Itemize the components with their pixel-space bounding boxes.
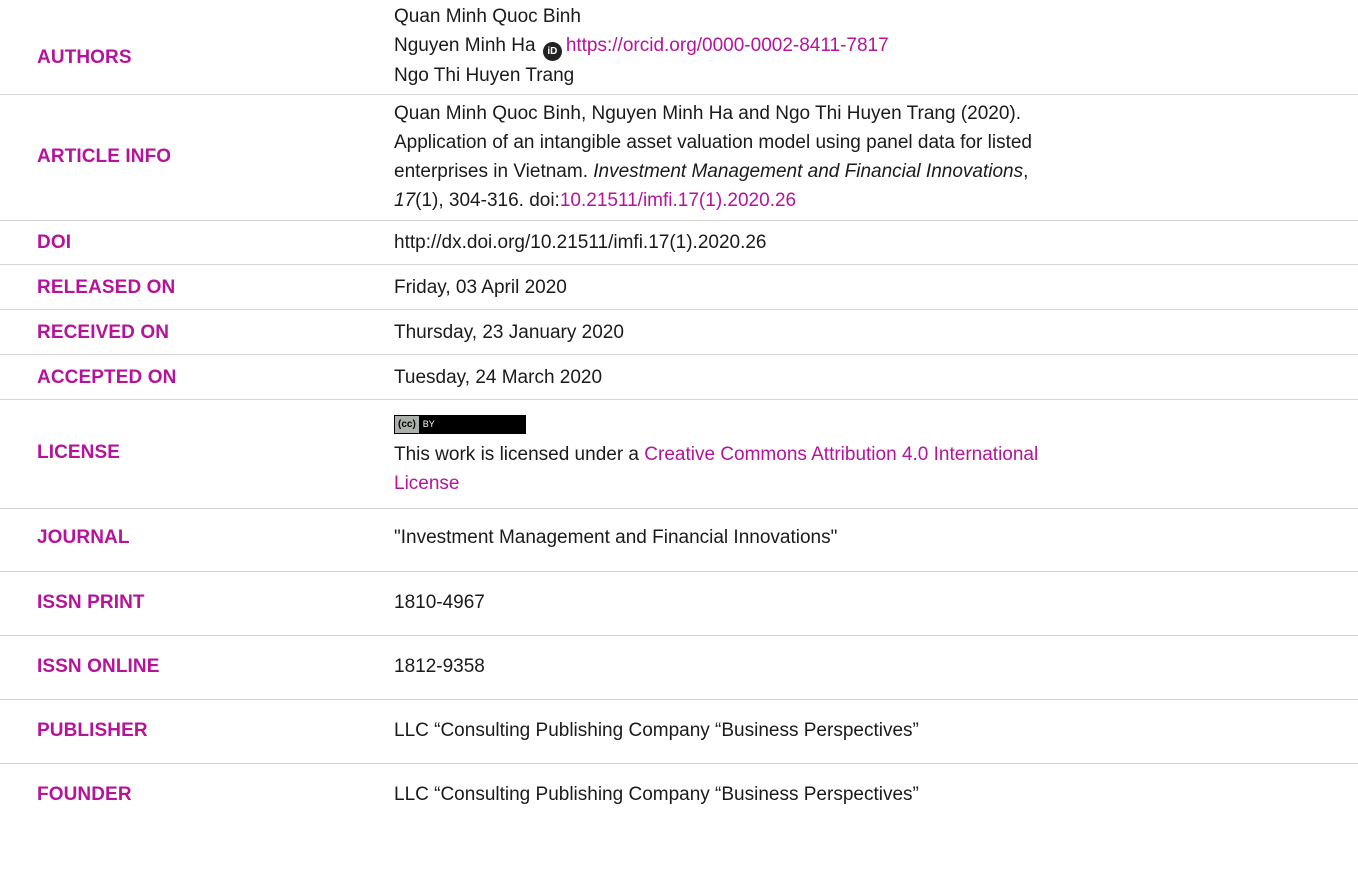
license-link[interactable]: Creative Commons Attribution 4.0 Interna…: [644, 444, 1038, 465]
article-info-label: ARTICLE INFO: [37, 146, 172, 167]
publisher-value: LLC “Consulting Publishing Company “Busi…: [394, 720, 919, 741]
issn-print-value: 1810-4967: [394, 592, 485, 613]
doi-value: http://dx.doi.org/10.21511/imfi.17(1).20…: [394, 232, 767, 253]
orcid-icon[interactable]: iD: [542, 42, 562, 61]
citation-line: 17(1), 304-316. doi:10.21511/imfi.17(1).…: [394, 186, 1334, 215]
issn-print-row: ISSN PRINT 1810-4967: [0, 572, 1358, 636]
accepted-on-label: ACCEPTED ON: [37, 367, 177, 388]
citation-line: enterprises in Vietnam. Investment Manag…: [394, 157, 1334, 186]
issn-online-value: 1812-9358: [394, 656, 485, 677]
released-on-row: RELEASED ON Friday, 03 April 2020: [0, 265, 1358, 310]
received-on-row: RECEIVED ON Thursday, 23 January 2020: [0, 310, 1358, 355]
cc-badge-right: BY: [422, 419, 435, 429]
license-label: LICENSE: [37, 442, 121, 463]
doi-link[interactable]: 10.21511/imfi.17(1).2020.26: [560, 190, 796, 211]
citation-fragment: ,: [1023, 161, 1029, 182]
license-prefix: This work is licensed under a: [394, 444, 645, 465]
article-info-row: ARTICLE INFO Quan Minh Quoc Binh, Nguyen…: [0, 95, 1358, 221]
author-name: Ngo Thi Huyen Trang: [394, 65, 575, 86]
founder-label: FOUNDER: [37, 784, 132, 805]
orcid-link[interactable]: https://orcid.org/0000-0002-8411-7817: [566, 35, 889, 56]
publisher-row: PUBLISHER LLC “Consulting Publishing Com…: [0, 700, 1358, 764]
cc-by-badge-icon[interactable]: (cc) BY: [394, 415, 526, 434]
authors-value: Quan Minh Quoc Binh Nguyen Minh Ha iD htt…: [394, 2, 1334, 90]
issn-online-label: ISSN ONLINE: [37, 656, 160, 677]
citation-line: Application of an intangible asset valua…: [394, 132, 1032, 153]
doi-row: DOI http://dx.doi.org/10.21511/imfi.17(1…: [0, 221, 1358, 265]
license-link[interactable]: License: [394, 473, 460, 494]
author-name: Quan Minh Quoc Binh: [394, 6, 581, 27]
journal-value: "Investment Management and Financial Inn…: [394, 527, 838, 548]
volume-italic: 17: [394, 190, 416, 211]
cc-badge-left: (cc): [395, 416, 419, 433]
released-on-label: RELEASED ON: [37, 277, 176, 298]
citation-fragment: (1), 304-316. doi:: [415, 190, 560, 211]
journal-label: JOURNAL: [37, 527, 130, 548]
license-text: This work is licensed under a Creative C…: [394, 440, 1334, 469]
received-on-value: Thursday, 23 January 2020: [394, 322, 624, 343]
license-value: (cc) BY This work is licensed under a Cr…: [394, 407, 1334, 498]
released-on-value: Friday, 03 April 2020: [394, 277, 567, 298]
received-on-label: RECEIVED ON: [37, 322, 170, 343]
issn-online-row: ISSN ONLINE 1812-9358: [0, 636, 1358, 700]
journal-row: JOURNAL "Investment Management and Finan…: [0, 509, 1358, 572]
authors-row: AUTHORS Quan Minh Quoc Binh Nguyen Minh …: [0, 0, 1358, 95]
citation-text: Quan Minh Quoc Binh, Nguyen Minh Ha and …: [394, 99, 1334, 215]
publisher-label: PUBLISHER: [37, 720, 148, 741]
license-text: License: [394, 469, 1334, 498]
accepted-on-value: Tuesday, 24 March 2020: [394, 367, 603, 388]
founder-value: LLC “Consulting Publishing Company “Busi…: [394, 784, 919, 805]
license-row: LICENSE (cc) BY This work is licensed un…: [0, 400, 1358, 509]
author-name: Nguyen Minh Ha: [394, 35, 536, 56]
accepted-on-row: ACCEPTED ON Tuesday, 24 March 2020: [0, 355, 1358, 400]
founder-row: FOUNDER LLC “Consulting Publishing Compa…: [0, 764, 1358, 826]
citation-fragment: enterprises in Vietnam.: [394, 161, 594, 182]
author-with-orcid: Nguyen Minh Ha iD https://orcid.org/0000-…: [394, 31, 1334, 61]
issn-print-label: ISSN PRINT: [37, 592, 145, 613]
citation-line: Quan Minh Quoc Binh, Nguyen Minh Ha and …: [394, 103, 1021, 124]
authors-label: AUTHORS: [37, 47, 132, 68]
doi-label: DOI: [37, 232, 72, 253]
journal-title-italic: Investment Management and Financial Inno…: [593, 161, 1024, 182]
